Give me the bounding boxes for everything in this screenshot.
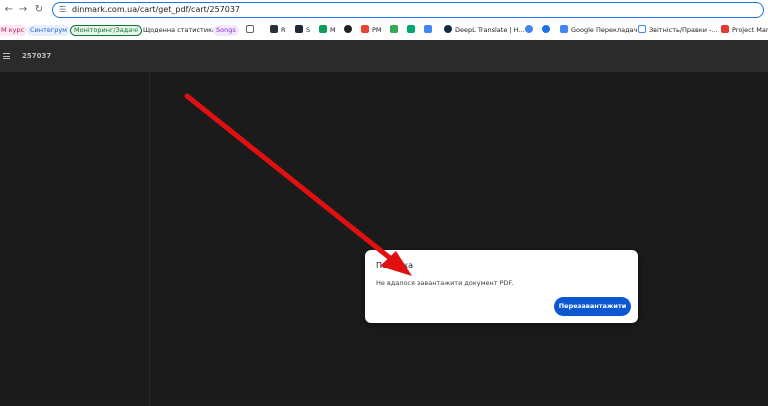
pm-favicon-icon: [361, 25, 369, 33]
bookmark-play[interactable]: [407, 25, 418, 36]
play-favicon-icon: [407, 25, 415, 33]
project-favicon-icon: [721, 25, 729, 33]
url-text: dinmark.com.ua/cart/get_pdf/cart/257037: [72, 5, 241, 14]
forward-icon[interactable]: →: [16, 3, 30, 17]
apps-grid-icon[interactable]: [246, 25, 257, 36]
bookmark-m[interactable]: M: [319, 25, 336, 36]
bookmarks-bar: M курс Синтегрум Моніторинг/Задачі Щоден…: [0, 22, 768, 39]
site-info-icon[interactable]: ☰: [59, 5, 66, 15]
gemini-favicon-icon: [525, 25, 533, 33]
bookmark-green[interactable]: [390, 25, 401, 36]
bookmark-google-translate[interactable]: Google Перекладач: [560, 25, 637, 36]
bookmark-deepl[interactable]: DeepL Translate | H...: [444, 25, 525, 36]
bookmark-s[interactable]: S: [295, 25, 310, 36]
bookmark-songs[interactable]: Songs: [213, 25, 239, 36]
menu-icon[interactable]: [3, 53, 10, 59]
s-favicon-icon: [295, 25, 303, 33]
back-icon[interactable]: ←: [2, 3, 16, 17]
pdf-viewer-area: [0, 72, 768, 406]
address-bar[interactable]: ☰ dinmark.com.ua/cart/get_pdf/cart/25703…: [52, 2, 764, 18]
deepl-favicon-icon: [444, 25, 452, 33]
bookmark-circle[interactable]: [542, 25, 553, 36]
error-dialog: Помилка Не вдалося завантажити документ …: [365, 250, 638, 323]
green-favicon-icon: [390, 25, 398, 33]
bookmark-project-mana[interactable]: Project Mana: [721, 25, 768, 36]
google-favicon-icon: [638, 25, 646, 33]
bookmark-reports[interactable]: Звітність/Правки -...: [638, 25, 718, 36]
bookmark-monitoring[interactable]: Моніторинг/Задачі: [70, 25, 142, 36]
bookmark-syntegrum[interactable]: Синтегрум: [27, 25, 71, 36]
pdf-title: 257037: [22, 52, 52, 60]
bookmark-daily-stats[interactable]: Щоденна статистика: [143, 25, 216, 36]
pdf-toolbar: 257037: [0, 40, 768, 72]
dialog-title: Помилка: [376, 261, 413, 270]
bookmark-gemini[interactable]: [525, 25, 536, 36]
pdf-sidebar: [0, 72, 150, 406]
bookmark-pm[interactable]: PM: [361, 25, 382, 36]
browser-chrome: ← → ↻ ☰ dinmark.com.ua/cart/get_pdf/cart…: [0, 0, 768, 41]
circle-favicon-icon: [542, 25, 550, 33]
address-row: ← → ↻ ☰ dinmark.com.ua/cart/get_pdf/cart…: [0, 0, 768, 20]
reload-icon[interactable]: ↻: [32, 3, 46, 17]
dialog-message: Не вдалося завантажити документ PDF.: [376, 279, 514, 287]
blue-favicon-icon: [424, 25, 432, 33]
sheets-favicon-icon: [319, 25, 327, 33]
reload-button[interactable]: Перезавантажити: [554, 297, 631, 316]
bookmark-m-kurs[interactable]: M курс: [0, 25, 28, 36]
openai-favicon-icon: [344, 25, 352, 33]
bookmark-openai[interactable]: [344, 25, 355, 36]
translate-favicon-icon: [560, 25, 568, 33]
bookmark-blue[interactable]: [424, 25, 435, 36]
bookmark-r[interactable]: R: [270, 25, 286, 36]
r-favicon-icon: [270, 25, 278, 33]
